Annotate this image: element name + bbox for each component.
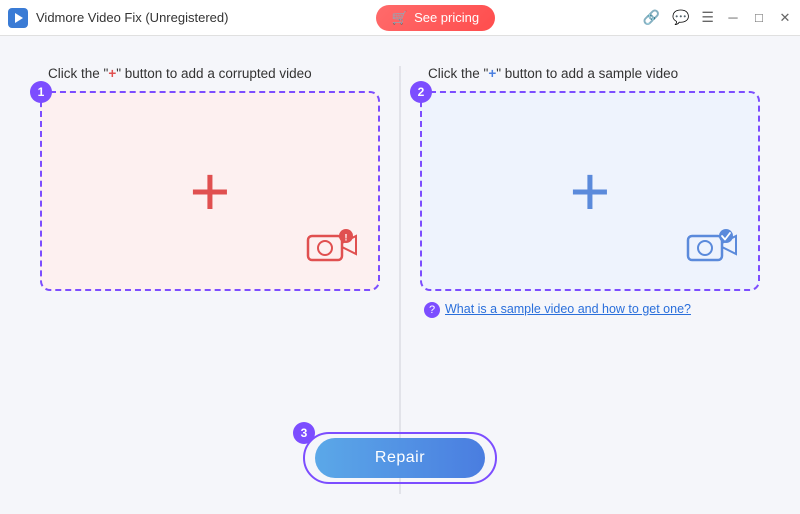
see-pricing-label: See pricing bbox=[414, 10, 479, 25]
right-drop-zone[interactable]: 2 + bbox=[420, 91, 760, 291]
left-title-pre: Click the " bbox=[48, 66, 108, 81]
left-panel-title: Click the "+" button to add a corrupted … bbox=[48, 66, 312, 81]
repair-badge: 3 bbox=[293, 422, 315, 444]
left-drop-zone[interactable]: 1 + ! bbox=[40, 91, 380, 291]
main-content: Click the " + " button to add a corrupted … bbox=[0, 36, 800, 514]
cart-icon: 🛒 bbox=[392, 10, 408, 26]
app-logo bbox=[8, 8, 28, 28]
right-title-pre: Click the " bbox=[428, 66, 488, 81]
minimize-button[interactable]: ─ bbox=[726, 11, 740, 25]
repair-area: 3 Repair bbox=[40, 412, 760, 494]
right-plus-icon: + bbox=[570, 156, 611, 226]
left-panel: Click the " + " button to add a corrupted … bbox=[40, 66, 380, 412]
right-title-post: " button to add a sample video bbox=[496, 66, 678, 81]
svg-text:!: ! bbox=[345, 233, 348, 243]
sample-camera-icon bbox=[686, 226, 738, 269]
see-pricing-button[interactable]: 🛒 See pricing bbox=[376, 5, 495, 31]
right-panel: Click the " + " button to add a sample vid… bbox=[420, 66, 760, 412]
close-button[interactable]: ✕ bbox=[778, 11, 792, 25]
title-left: Vidmore Video Fix (Unregistered) bbox=[8, 8, 228, 28]
corrupted-camera-icon: ! bbox=[306, 226, 358, 269]
right-panel-title: Click the "+" button to add a sample vid… bbox=[428, 66, 678, 81]
left-badge: 1 bbox=[30, 81, 52, 103]
maximize-button[interactable]: □ bbox=[752, 11, 766, 25]
left-plus-icon: + bbox=[190, 156, 231, 226]
title-bar: Vidmore Video Fix (Unregistered) 🛒 See p… bbox=[0, 0, 800, 36]
repair-btn-wrapper: 3 Repair bbox=[303, 432, 497, 484]
title-center: 🛒 See pricing bbox=[376, 5, 495, 31]
left-title-post: " button to add a corrupted video bbox=[116, 66, 311, 81]
link-icon[interactable]: 🔗 bbox=[643, 9, 660, 26]
chat-icon[interactable]: 💬 bbox=[672, 9, 689, 26]
app-title: Vidmore Video Fix (Unregistered) bbox=[36, 10, 228, 25]
info-icon: ? bbox=[424, 302, 440, 318]
info-link-text[interactable]: What is a sample video and how to get on… bbox=[445, 301, 691, 319]
title-right: 🔗 💬 ☰ ─ □ ✕ bbox=[643, 9, 792, 26]
right-badge: 2 bbox=[410, 81, 432, 103]
repair-button[interactable]: Repair bbox=[315, 438, 485, 478]
info-link-area: ? What is a sample video and how to get … bbox=[424, 301, 691, 319]
menu-icon[interactable]: ☰ bbox=[701, 9, 714, 26]
